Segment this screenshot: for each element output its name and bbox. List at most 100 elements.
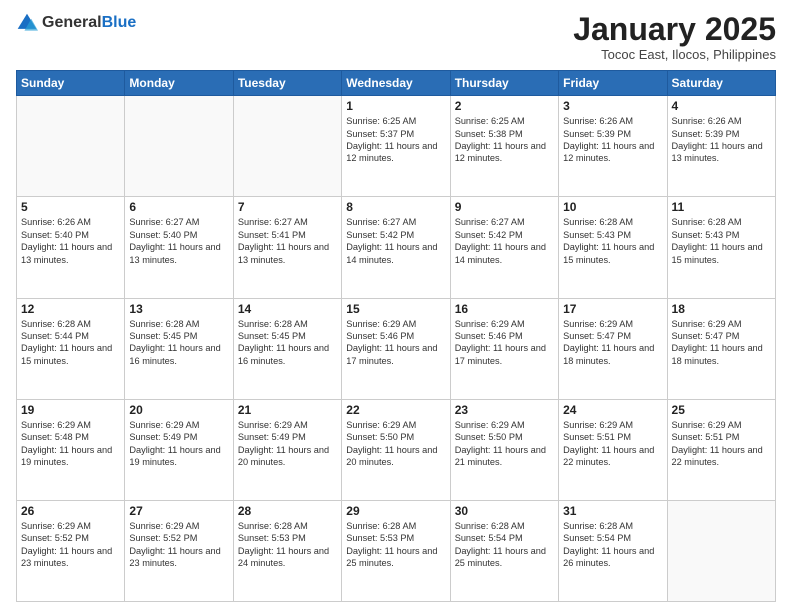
cell-content: Sunrise: 6:27 AM Sunset: 5:41 PM Dayligh… [238, 216, 337, 266]
day-header-thursday: Thursday [450, 71, 558, 96]
day-number: 13 [129, 302, 228, 316]
calendar-cell: 10 Sunrise: 6:28 AM Sunset: 5:43 PM Dayli… [559, 197, 667, 298]
calendar-cell: 24 Sunrise: 6:29 AM Sunset: 5:51 PM Dayli… [559, 399, 667, 500]
calendar-cell [667, 500, 775, 601]
cell-content: Sunrise: 6:26 AM Sunset: 5:39 PM Dayligh… [563, 115, 662, 165]
cell-content: Sunrise: 6:28 AM Sunset: 5:44 PM Dayligh… [21, 318, 120, 368]
calendar-cell: 29 Sunrise: 6:28 AM Sunset: 5:53 PM Dayli… [342, 500, 450, 601]
day-number: 6 [129, 200, 228, 214]
week-row-3: 12Sunrise: 6:28 AM Sunset: 5:44 PM Dayli… [17, 298, 776, 399]
logo-text: GeneralBlue [42, 14, 136, 32]
day-header-wednesday: Wednesday [342, 71, 450, 96]
day-number: 8 [346, 200, 445, 214]
calendar-cell: 31 Sunrise: 6:28 AM Sunset: 5:54 PM Dayli… [559, 500, 667, 601]
day-number: 20 [129, 403, 228, 417]
calendar-cell: 4 Sunrise: 6:26 AM Sunset: 5:39 PM Daylig… [667, 96, 775, 197]
cell-content: Sunrise: 6:29 AM Sunset: 5:46 PM Dayligh… [346, 318, 445, 368]
calendar-cell: 17 Sunrise: 6:29 AM Sunset: 5:47 PM Dayli… [559, 298, 667, 399]
cell-content: Sunrise: 6:28 AM Sunset: 5:53 PM Dayligh… [346, 520, 445, 570]
day-number: 24 [563, 403, 662, 417]
cell-content: Sunrise: 6:27 AM Sunset: 5:40 PM Dayligh… [129, 216, 228, 266]
day-number: 9 [455, 200, 554, 214]
calendar-cell: 16 Sunrise: 6:29 AM Sunset: 5:46 PM Dayli… [450, 298, 558, 399]
calendar-cell: 28Sunrise: 6:28 AM Sunset: 5:53 PM Dayli… [233, 500, 341, 601]
day-number: 30 [455, 504, 554, 518]
calendar-cell: 3 Sunrise: 6:26 AM Sunset: 5:39 PM Daylig… [559, 96, 667, 197]
day-number: 3 [563, 99, 662, 113]
calendar-cell: 21 Sunrise: 6:29 AM Sunset: 5:49 PM Dayli… [233, 399, 341, 500]
calendar-cell: 26Sunrise: 6:29 AM Sunset: 5:52 PM Dayli… [17, 500, 125, 601]
day-number: 21 [238, 403, 337, 417]
calendar-cell: 12Sunrise: 6:28 AM Sunset: 5:44 PM Dayli… [17, 298, 125, 399]
day-header-sunday: Sunday [17, 71, 125, 96]
logo-icon [16, 12, 38, 34]
calendar-cell: 8 Sunrise: 6:27 AM Sunset: 5:42 PM Daylig… [342, 197, 450, 298]
cell-content: Sunrise: 6:28 AM Sunset: 5:43 PM Dayligh… [563, 216, 662, 266]
cell-content: Sunrise: 6:29 AM Sunset: 5:48 PM Dayligh… [21, 419, 120, 469]
day-number: 14 [238, 302, 337, 316]
day-number: 18 [672, 302, 771, 316]
cell-content: Sunrise: 6:29 AM Sunset: 5:47 PM Dayligh… [563, 318, 662, 368]
calendar-cell: 15 Sunrise: 6:29 AM Sunset: 5:46 PM Dayli… [342, 298, 450, 399]
calendar-table: SundayMondayTuesdayWednesdayThursdayFrid… [16, 70, 776, 602]
day-number: 27 [129, 504, 228, 518]
cell-content: Sunrise: 6:29 AM Sunset: 5:49 PM Dayligh… [238, 419, 337, 469]
calendar-cell [125, 96, 233, 197]
day-number: 16 [455, 302, 554, 316]
day-number: 29 [346, 504, 445, 518]
day-number: 15 [346, 302, 445, 316]
calendar-cell: 19Sunrise: 6:29 AM Sunset: 5:48 PM Dayli… [17, 399, 125, 500]
cell-content: Sunrise: 6:28 AM Sunset: 5:43 PM Dayligh… [672, 216, 771, 266]
cell-content: Sunrise: 6:29 AM Sunset: 5:52 PM Dayligh… [129, 520, 228, 570]
calendar-cell: 22Sunrise: 6:29 AM Sunset: 5:50 PM Dayli… [342, 399, 450, 500]
cell-content: Sunrise: 6:28 AM Sunset: 5:45 PM Dayligh… [129, 318, 228, 368]
cell-content: Sunrise: 6:29 AM Sunset: 5:51 PM Dayligh… [672, 419, 771, 469]
calendar-cell [233, 96, 341, 197]
day-number: 17 [563, 302, 662, 316]
location: Tococ East, Ilocos, Philippines [573, 47, 776, 62]
day-number: 5 [21, 200, 120, 214]
calendar-cell: 27 Sunrise: 6:29 AM Sunset: 5:52 PM Dayli… [125, 500, 233, 601]
page: GeneralBlue January 2025 Tococ East, Ilo… [0, 0, 792, 612]
month-title: January 2025 [573, 12, 776, 47]
cell-content: Sunrise: 6:29 AM Sunset: 5:50 PM Dayligh… [455, 419, 554, 469]
calendar-cell [17, 96, 125, 197]
cell-content: Sunrise: 6:27 AM Sunset: 5:42 PM Dayligh… [346, 216, 445, 266]
week-row-5: 26 Sunrise: 6:29 AM Sunset: 5:52 PM Dayli… [17, 500, 776, 601]
day-number: 26 [21, 504, 120, 518]
logo-general: General [42, 14, 102, 31]
cell-content: Sunrise: 6:29 AM Sunset: 5:49 PM Dayligh… [129, 419, 228, 469]
cell-content: Sunrise: 6:29 AM Sunset: 5:47 PM Dayligh… [672, 318, 771, 368]
day-number: 28 [238, 504, 337, 518]
logo: GeneralBlue [16, 12, 136, 34]
day-header-row: SundayMondayTuesdayWednesdayThursdayFrid… [17, 71, 776, 96]
calendar-cell: 30 Sunrise: 6:28 AM Sunset: 5:54 PM Dayli… [450, 500, 558, 601]
cell-content: Sunrise: 6:29 AM Sunset: 5:51 PM Dayligh… [563, 419, 662, 469]
cell-content: Sunrise: 6:25 AM Sunset: 5:38 PM Dayligh… [455, 115, 554, 165]
week-row-2: 5 Sunrise: 6:26 AM Sunset: 5:40 PM Daylig… [17, 197, 776, 298]
calendar-cell: 1 Sunrise: 6:25 AM Sunset: 5:37 PM Daylig… [342, 96, 450, 197]
day-number: 25 [672, 403, 771, 417]
calendar-cell: 25 Sunrise: 6:29 AM Sunset: 5:51 PM Dayli… [667, 399, 775, 500]
day-header-tuesday: Tuesday [233, 71, 341, 96]
cell-content: Sunrise: 6:25 AM Sunset: 5:37 PM Dayligh… [346, 115, 445, 165]
day-number: 1 [346, 99, 445, 113]
cell-content: Sunrise: 6:28 AM Sunset: 5:54 PM Dayligh… [563, 520, 662, 570]
day-number: 11 [672, 200, 771, 214]
day-number: 10 [563, 200, 662, 214]
header: GeneralBlue January 2025 Tococ East, Ilo… [16, 12, 776, 62]
day-number: 4 [672, 99, 771, 113]
day-number: 22 [346, 403, 445, 417]
day-number: 23 [455, 403, 554, 417]
week-row-1: 1 Sunrise: 6:25 AM Sunset: 5:37 PM Daylig… [17, 96, 776, 197]
cell-content: Sunrise: 6:26 AM Sunset: 5:39 PM Dayligh… [672, 115, 771, 165]
cell-content: Sunrise: 6:27 AM Sunset: 5:42 PM Dayligh… [455, 216, 554, 266]
calendar-cell: 23 Sunrise: 6:29 AM Sunset: 5:50 PM Dayli… [450, 399, 558, 500]
day-header-saturday: Saturday [667, 71, 775, 96]
cell-content: Sunrise: 6:29 AM Sunset: 5:46 PM Dayligh… [455, 318, 554, 368]
calendar-cell: 13 Sunrise: 6:28 AM Sunset: 5:45 PM Dayli… [125, 298, 233, 399]
day-number: 31 [563, 504, 662, 518]
cell-content: Sunrise: 6:28 AM Sunset: 5:54 PM Dayligh… [455, 520, 554, 570]
calendar-cell: 9 Sunrise: 6:27 AM Sunset: 5:42 PM Daylig… [450, 197, 558, 298]
cell-content: Sunrise: 6:26 AM Sunset: 5:40 PM Dayligh… [21, 216, 120, 266]
